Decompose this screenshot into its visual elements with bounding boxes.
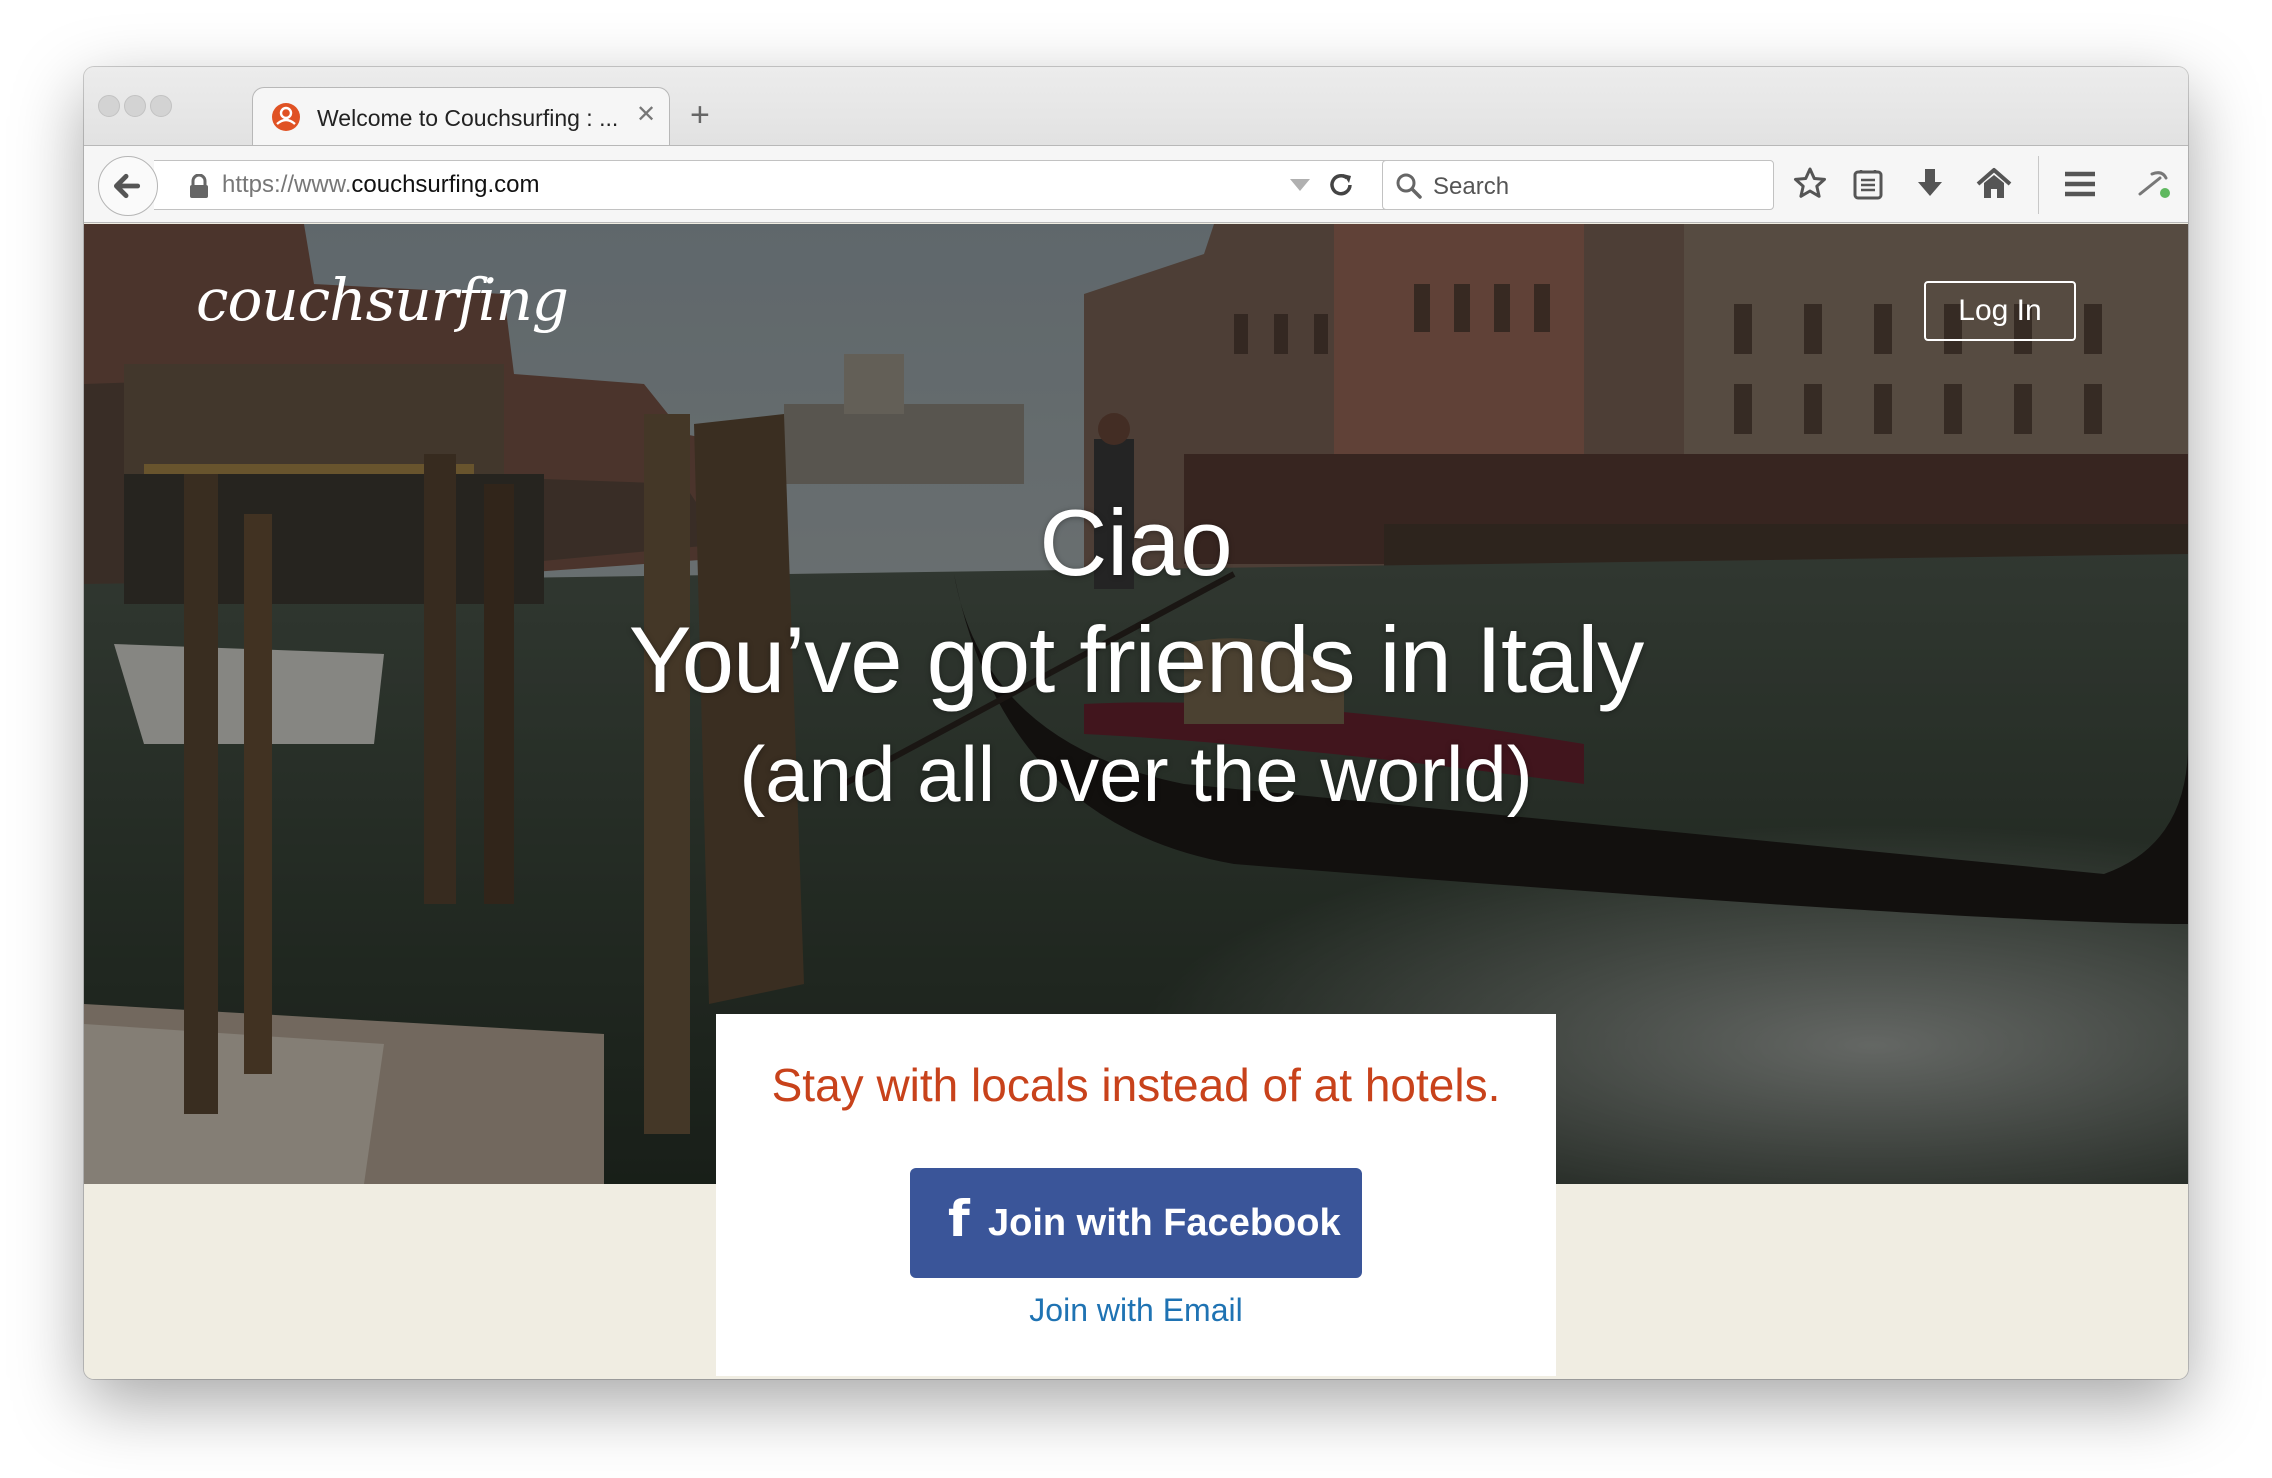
couchsurfing-favicon-icon xyxy=(272,103,300,131)
download-icon[interactable] xyxy=(1910,164,1950,204)
join-with-facebook-button[interactable]: f Join with Facebook xyxy=(910,1168,1362,1278)
url-text[interactable]: https://www.couchsurfing.com xyxy=(222,171,539,199)
tab-close-icon[interactable]: ✕ xyxy=(636,103,656,127)
search-placeholder: Search xyxy=(1433,173,1510,200)
home-icon[interactable] xyxy=(1974,164,2014,204)
url-host: couchsurfing.com xyxy=(351,171,540,198)
window-zoom-button[interactable] xyxy=(150,95,172,117)
webpage: couchsurfing Log In Ciao You’ve got frie… xyxy=(84,224,2188,1379)
browser-window: Welcome to Couchsurfing : ... ✕ + https:… xyxy=(84,67,2188,1379)
reading-list-icon[interactable] xyxy=(1848,164,1888,204)
join-with-facebook-label: Join with Facebook xyxy=(988,1202,1341,1244)
signup-card: Stay with locals instead of at hotels. f… xyxy=(716,1014,1556,1376)
facebook-icon: f xyxy=(948,1190,970,1248)
bookmark-star-icon[interactable] xyxy=(1790,164,1830,204)
navigation-bar: https://www.couchsurfing.com Search xyxy=(84,145,2188,223)
hamburger-menu-icon[interactable] xyxy=(2060,164,2100,204)
window-minimize-button[interactable] xyxy=(124,95,146,117)
url-history-dropdown-icon[interactable] xyxy=(1290,179,1310,191)
search-icon xyxy=(1396,173,1422,199)
reload-icon[interactable] xyxy=(1324,168,1358,202)
toolbar-separator xyxy=(2038,156,2039,214)
back-button[interactable] xyxy=(98,156,158,216)
window-close-button[interactable] xyxy=(98,95,120,117)
signup-tagline: Stay with locals instead of at hotels. xyxy=(771,1059,1501,1111)
hero-headline: You’ve got friends in Italy xyxy=(628,607,1645,712)
hero-subheadline: (and all over the world) xyxy=(739,730,1533,818)
url-prefix: https://www. xyxy=(222,171,352,198)
join-with-email-link[interactable]: Join with Email xyxy=(716,1292,1556,1329)
login-button[interactable]: Log In xyxy=(1924,281,2076,341)
developer-tools-icon[interactable] xyxy=(2134,164,2174,204)
back-arrow-icon xyxy=(113,173,141,199)
new-tab-button[interactable]: + xyxy=(690,98,710,132)
tab-active[interactable]: Welcome to Couchsurfing : ... ✕ xyxy=(252,87,670,147)
tab-strip: Welcome to Couchsurfing : ... ✕ + xyxy=(84,67,2188,147)
tab-title: Welcome to Couchsurfing : ... xyxy=(317,105,617,131)
search-bar[interactable]: Search xyxy=(1382,160,1774,210)
lock-icon xyxy=(190,174,208,198)
hero-greeting: Ciao xyxy=(1039,490,1233,595)
couchsurfing-logo[interactable]: couchsurfing xyxy=(196,266,569,334)
